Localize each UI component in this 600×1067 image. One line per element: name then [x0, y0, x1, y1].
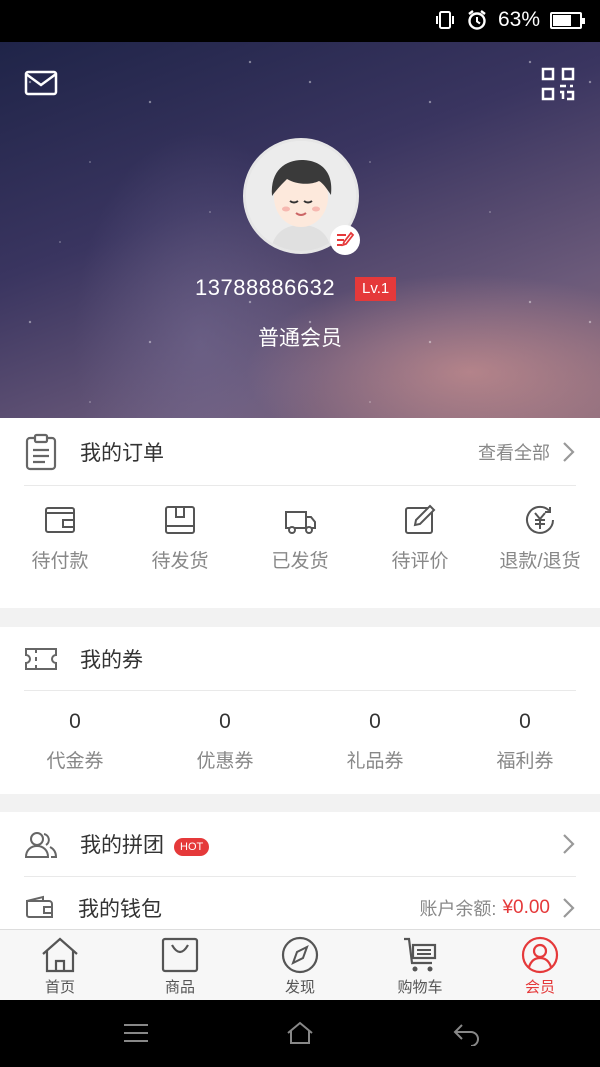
wallet-title: 我的钱包 [78, 898, 162, 921]
group-buy-title: 我的拼团 HOT [80, 829, 210, 859]
coupon-count: 0 [219, 710, 231, 733]
level-badge: Lv.1 [355, 277, 397, 301]
coupon-label: 代金券 [46, 751, 104, 772]
view-all-orders-link[interactable]: 查看全部 [478, 439, 576, 465]
bottom-tab-bar: 首页 商品 发现 购物车 会员 [0, 929, 600, 1000]
menu-icon[interactable] [121, 1020, 151, 1046]
coupons-section: 我的券 0 代金券 0 优惠券 0 礼品券 0 福利券 [0, 627, 600, 794]
wallet-balance: 账户余额: ¥0.00 [419, 895, 576, 921]
member-type: 普通会员 [258, 327, 342, 350]
coupon-discount[interactable]: 0 优惠券 [150, 710, 300, 773]
cart-icon [404, 937, 437, 972]
bag-icon [161, 937, 199, 973]
user-phone: 13788886632 [195, 275, 336, 300]
tab-label: 商品 [164, 979, 195, 996]
order-status-label: 退款/退货 [499, 551, 581, 572]
back-icon[interactable] [452, 1020, 482, 1046]
tab-discover[interactable]: 发现 [240, 930, 360, 1000]
battery-percent: 63% [497, 8, 540, 31]
home-icon [42, 937, 78, 973]
home-nav-icon[interactable] [285, 1020, 315, 1046]
edit-icon [337, 231, 355, 247]
tab-label: 发现 [284, 979, 315, 996]
coupon-count: 0 [369, 710, 381, 733]
message-icon[interactable] [24, 66, 60, 102]
tab-member[interactable]: 会员 [480, 930, 600, 1000]
edit-icon [405, 504, 436, 534]
hot-badge: HOT [174, 838, 210, 856]
coupon-welfare[interactable]: 0 福利券 [450, 710, 600, 773]
refund-icon [526, 505, 554, 534]
order-status-shipped[interactable]: 已发货 [240, 504, 360, 573]
system-navigation-bar [0, 1000, 600, 1067]
order-status-pending-payment[interactable]: 待付款 [0, 504, 120, 573]
orders-title: 我的订单 [80, 442, 164, 465]
order-status-pending-shipment[interactable]: 待发货 [120, 504, 240, 573]
group-buy-label: 我的拼团 [80, 834, 164, 857]
divider [24, 485, 576, 486]
status-bar: 63% [0, 0, 600, 42]
wallet-icon [45, 507, 75, 533]
coupon-count: 0 [69, 710, 81, 733]
order-status-label: 待发货 [151, 551, 209, 572]
battery-icon [550, 11, 585, 29]
qr-code-icon[interactable] [540, 66, 576, 102]
ticket-icon [25, 648, 57, 670]
order-status-label: 已发货 [271, 551, 329, 572]
profile-header: 13788886632 Lv.1 普通会员 [0, 42, 600, 418]
box-icon [165, 506, 195, 534]
battery-fill [553, 14, 571, 26]
coupon-count: 0 [519, 710, 531, 733]
group-buy-row[interactable]: 我的拼团 HOT [0, 812, 600, 876]
tab-label: 购物车 [397, 979, 443, 996]
alarm-icon [468, 10, 486, 30]
chevron-right-icon [563, 442, 575, 462]
wallet-icon [26, 895, 53, 918]
user-icon [521, 936, 559, 974]
divider [24, 690, 576, 691]
edit-profile-button[interactable] [330, 225, 360, 255]
view-all-label: 查看全部 [478, 443, 550, 463]
tab-label: 会员 [524, 979, 555, 996]
coupon-gift[interactable]: 0 礼品券 [300, 710, 450, 773]
coupons-header[interactable]: 我的券 [0, 627, 600, 691]
orders-header[interactable]: 我的订单 查看全部 [0, 418, 600, 486]
vibrate-icon [435, 11, 454, 29]
compass-icon [281, 936, 319, 974]
balance-amount: ¥0.00 [502, 897, 550, 918]
coupon-cash-voucher[interactable]: 0 代金券 [0, 710, 150, 773]
clipboard-icon [25, 433, 57, 471]
chevron-right-icon [563, 834, 575, 854]
coupons-title: 我的券 [80, 649, 143, 672]
coupon-label: 礼品券 [346, 751, 404, 772]
order-status-pending-review[interactable]: 待评价 [360, 504, 480, 573]
order-status-refund[interactable]: 退款/退货 [480, 504, 600, 573]
group-icon [24, 832, 58, 858]
chevron-right-icon [563, 898, 575, 918]
coupon-label: 优惠券 [196, 751, 254, 772]
group-buy-chevron [550, 833, 576, 855]
order-status-label: 待评价 [391, 551, 449, 572]
tab-products[interactable]: 商品 [120, 930, 240, 1000]
tab-home[interactable]: 首页 [0, 930, 120, 1000]
tab-cart[interactable]: 购物车 [360, 930, 480, 1000]
order-status-label: 待付款 [31, 551, 89, 572]
balance-label: 账户余额: [419, 899, 497, 919]
coupon-label: 福利券 [496, 751, 554, 772]
truck-icon [285, 511, 316, 534]
tab-label: 首页 [44, 979, 75, 996]
orders-section: 我的订单 查看全部 待付款 待发货 已发货 待评价 退款/退货 [0, 418, 600, 608]
